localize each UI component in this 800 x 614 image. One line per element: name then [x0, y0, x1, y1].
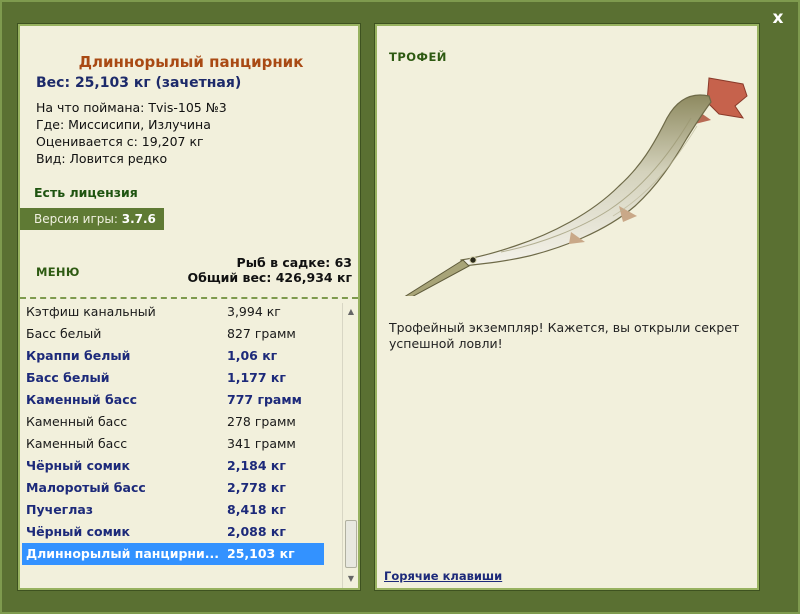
- catch-row[interactable]: Пучеглаз 8,418 кг: [22, 499, 324, 521]
- fish-weight: Вес: 25,103 кг (зачетная): [36, 75, 242, 91]
- scroll-down-arrow-icon[interactable]: ▼: [343, 572, 359, 586]
- scroll-up-arrow-icon[interactable]: ▲: [343, 305, 359, 319]
- catch-fish-name: Длиннорылый панцирни...: [26, 546, 220, 561]
- version-value: 3.7.6: [121, 212, 156, 226]
- fish-title: Длиннорылый панцирник: [78, 53, 304, 71]
- catch-fish-name: Краппи белый: [26, 348, 131, 363]
- catch-fish-name: Чёрный сомик: [26, 458, 131, 473]
- catch-row[interactable]: Чёрный сомик 2,184 кг: [22, 455, 324, 477]
- catch-fish-weight: 8,418 кг: [227, 502, 286, 517]
- divider: [20, 297, 358, 299]
- game-version: Версия игры: 3.7.6: [20, 208, 164, 230]
- fish-valued-from: Оценивается с: 19,207 кг: [36, 134, 204, 149]
- fish-info-panel: Длиннорылый панцирник Вес: 25,103 кг (за…: [17, 23, 361, 591]
- catch-row[interactable]: Басс белый 827 грамм: [22, 323, 324, 345]
- version-label: Версия игры:: [34, 212, 118, 226]
- catch-fish-weight: 278 грамм: [227, 414, 296, 429]
- catch-row[interactable]: Каменный басс 777 грамм: [22, 389, 324, 411]
- catch-row[interactable]: Каменный басс 341 грамм: [22, 433, 324, 455]
- catch-fish-weight: 3,994 кг: [227, 304, 281, 319]
- catch-fish-name: Каменный басс: [26, 392, 138, 407]
- catch-list[interactable]: Кэтфиш канальный 3,994 кг Басс белый 827 гр…: [20, 301, 340, 588]
- catch-fish-weight: 827 грамм: [227, 326, 296, 341]
- fish-location: Где: Миссисипи, Излучина: [36, 117, 211, 132]
- catch-fish-weight: 25,103 кг: [227, 546, 295, 561]
- fish-bait: На что поймана: Tvis-105 №3: [36, 100, 227, 115]
- catch-fish-weight: 2,778 кг: [227, 480, 286, 495]
- trophy-description: Трофейный экземпляр! Кажется, вы открыли…: [389, 320, 740, 351]
- gar-fish-image: [404, 77, 748, 296]
- trophy-label: ТРОФЕЙ: [389, 50, 447, 64]
- catch-row[interactable]: Чёрный сомик 2,088 кг: [22, 521, 324, 543]
- license-status: Есть лицензия: [34, 185, 138, 200]
- catch-list-scrollbar[interactable]: ▲ ▼: [342, 303, 358, 588]
- menu-button[interactable]: МЕНЮ: [36, 265, 80, 279]
- fish-info-list: На что поймана: Tvis-105 №3 Где: Миссиси…: [36, 99, 227, 167]
- catch-fish-name: Басс белый: [26, 370, 110, 385]
- close-button[interactable]: x: [768, 8, 788, 28]
- scroll-thumb[interactable]: [345, 520, 357, 568]
- cage-stats: Рыб в садке: 63 Общий вес: 426,934 кг: [188, 255, 353, 285]
- catch-fish-name: Кэтфиш канальный: [26, 304, 156, 319]
- catch-row[interactable]: Каменный басс 278 грамм: [22, 411, 324, 433]
- cage-count: Рыб в садке: 63: [236, 255, 352, 270]
- catch-fish-weight: 1,177 кг: [227, 370, 286, 385]
- catch-fish-name: Чёрный сомик: [26, 524, 131, 539]
- catch-row[interactable]: Кэтфиш канальный 3,994 кг: [22, 301, 324, 323]
- cage-total-weight: Общий вес: 426,934 кг: [187, 270, 353, 285]
- catch-fish-weight: 2,184 кг: [227, 458, 286, 473]
- catch-fish-weight: 1,06 кг: [227, 348, 278, 363]
- catch-fish-name: Малоротый басс: [26, 480, 146, 495]
- catch-row[interactable]: Малоротый басс 2,778 кг: [22, 477, 324, 499]
- catch-fish-weight: 2,088 кг: [227, 524, 286, 539]
- catch-row[interactable]: Краппи белый 1,06 кг: [22, 345, 324, 367]
- catch-fish-name: Пучеглаз: [26, 502, 94, 517]
- game-window: x Длиннорылый панцирник Вес: 25,103 кг (…: [0, 0, 800, 614]
- catch-fish-name: Каменный басс: [26, 414, 128, 429]
- catch-fish-weight: 777 грамм: [227, 392, 302, 407]
- catch-fish-name: Басс белый: [26, 326, 102, 341]
- catch-row[interactable]: Басс белый 1,177 кг: [22, 367, 324, 389]
- catch-fish-name: Каменный басс: [26, 436, 128, 451]
- hotkeys-link[interactable]: Горячие клавиши: [384, 569, 502, 583]
- fish-rarity: Вид: Ловится редко: [36, 151, 168, 166]
- catch-fish-weight: 341 грамм: [227, 436, 296, 451]
- catch-row-selected[interactable]: Длиннорылый панцирни... 25,103 кг: [22, 543, 324, 565]
- trophy-panel: ТРОФЕЙ Трофейный экземпляр! Кажется, вы …: [374, 23, 760, 591]
